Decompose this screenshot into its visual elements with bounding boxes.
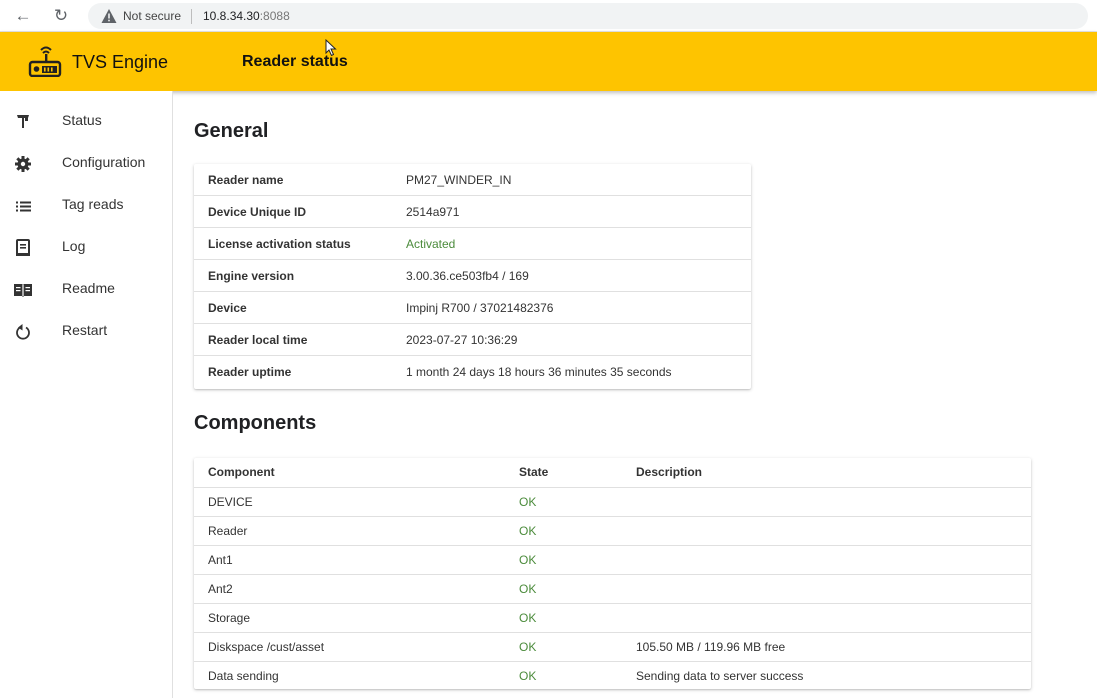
browser-toolbar: ← ↻ Not secure 10.8.34.30:8088 [0, 0, 1097, 32]
sidebar-item-readme[interactable]: Readme [0, 269, 172, 309]
mouse-cursor-icon [325, 39, 337, 57]
table-row: Data sending OK Sending data to server s… [194, 662, 1031, 691]
info-row: Reader local time 2023-07-27 10:36:29 [194, 324, 751, 356]
info-row: Device Unique ID 2514a971 [194, 196, 751, 228]
reload-icon[interactable]: ↻ [50, 5, 72, 27]
table-row: Ant2 OK [194, 575, 1031, 604]
book-icon [14, 284, 32, 297]
info-key: Device [208, 301, 247, 315]
column-header-description: Description [636, 465, 703, 479]
info-value: 2514a971 [406, 205, 460, 219]
table-row: DEVICE OK [194, 488, 1031, 517]
app-title: TVS Engine [72, 52, 169, 72]
component-name: Storage [208, 611, 251, 625]
address-divider [191, 9, 192, 24]
table-row: Reader OK [194, 517, 1031, 546]
info-key: Reader name [208, 173, 284, 187]
component-name: Data sending [208, 669, 279, 683]
back-arrow-icon[interactable]: ← [12, 5, 34, 27]
info-value: PM27_WINDER_IN [406, 173, 512, 187]
section-title-components: Components [194, 412, 317, 434]
info-key: Device Unique ID [208, 205, 307, 219]
sidebar-item-label: Status [62, 112, 102, 128]
app-header: TVS Engine Reader status [0, 32, 1097, 91]
column-header-state: State [519, 465, 549, 479]
component-state: OK [519, 495, 537, 509]
component-name: Diskspace /cust/asset [208, 640, 325, 654]
sidebar-item-label: Log [62, 238, 86, 254]
gear-icon [15, 156, 31, 172]
list-icon [16, 201, 31, 212]
info-key: Reader local time [208, 333, 308, 347]
info-key: License activation status [208, 237, 351, 251]
component-description: 105.50 MB / 119.96 MB free [636, 640, 786, 654]
general-info-card: Reader name PM27_WINDER_IN Device Unique… [194, 164, 751, 389]
component-state: OK [519, 640, 537, 654]
table-header: Component State Description [194, 458, 1031, 488]
component-name: DEVICE [208, 495, 253, 509]
sidebar-item-configuration[interactable]: Configuration [0, 143, 172, 183]
url-port: :8088 [259, 9, 290, 23]
license-status-value: Activated [406, 237, 456, 251]
sidebar-item-label: Restart [62, 322, 108, 338]
sidebar-item-restart[interactable]: Restart [0, 311, 172, 351]
components-table: Component State Description DEVICE OK Re… [194, 458, 1031, 689]
table-row: Diskspace /cust/asset OK 105.50 MB / 119… [194, 633, 1031, 662]
signal-tower-icon [17, 115, 29, 128]
sidebar-item-status[interactable]: Status [0, 101, 172, 141]
url-host: 10.8.34.30 [203, 9, 260, 23]
info-value: Impinj R700 / 37021482376 [406, 301, 554, 315]
sidebar-item-label: Readme [62, 280, 115, 296]
sidebar-item-label: Tag reads [62, 196, 124, 212]
sidebar: Status Configuration Tag reads Log Readm… [0, 91, 173, 698]
warning-icon [101, 9, 117, 23]
component-state: OK [519, 611, 537, 625]
restart-icon [16, 324, 30, 340]
sidebar-item-log[interactable]: Log [0, 227, 172, 267]
component-state: OK [519, 582, 537, 596]
table-row: Storage OK [194, 604, 1031, 633]
info-row: License activation status Activated [194, 228, 751, 260]
log-icon [16, 239, 30, 256]
component-name: Reader [208, 524, 248, 538]
component-state: OK [519, 553, 537, 567]
column-header-component: Component [208, 465, 275, 479]
rfid-reader-logo-icon [28, 46, 62, 77]
info-row: Reader uptime 1 month 24 days 18 hours 3… [194, 356, 751, 388]
info-value: 3.00.36.ce503fb4 / 169 [406, 269, 529, 283]
info-row: Engine version 3.00.36.ce503fb4 / 169 [194, 260, 751, 292]
sidebar-item-label: Configuration [62, 154, 146, 170]
table-row: Ant1 OK [194, 546, 1031, 575]
info-value: 1 month 24 days 18 hours 36 minutes 35 s… [406, 365, 672, 379]
component-state: OK [519, 669, 537, 683]
component-name: Ant2 [208, 582, 233, 596]
url-text[interactable]: 10.8.34.30:8088 [203, 9, 290, 23]
info-value: 2023-07-27 10:36:29 [406, 333, 518, 347]
section-title-general: General [194, 120, 269, 142]
component-state: OK [519, 524, 537, 538]
info-row: Device Impinj R700 / 37021482376 [194, 292, 751, 324]
info-row: Reader name PM27_WINDER_IN [194, 164, 751, 196]
component-description: Sending data to server success [636, 669, 804, 683]
info-key: Reader uptime [208, 365, 292, 379]
address-bar[interactable]: Not secure 10.8.34.30:8088 [88, 3, 1088, 29]
component-name: Ant1 [208, 553, 233, 567]
info-key: Engine version [208, 269, 295, 283]
sidebar-item-tag-reads[interactable]: Tag reads [0, 185, 172, 225]
not-secure-label[interactable]: Not secure [123, 9, 181, 23]
